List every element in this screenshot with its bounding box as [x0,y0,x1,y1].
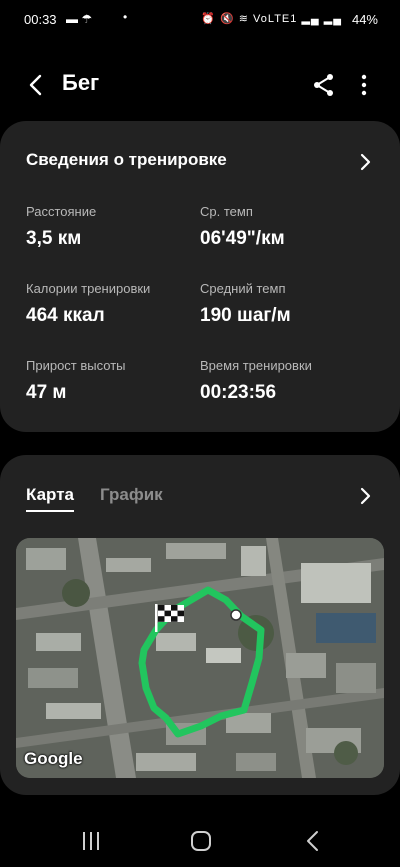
system-status-icons: ⏰ 🔇 ≋ VoLTE1 ▂▄ ▂▄ [201,13,342,25]
stat-workout-time: Время тренировки 00:23:56 [200,358,312,404]
more-options-button[interactable] [350,71,378,99]
share-icon [314,74,333,96]
home-icon[interactable] [186,828,216,854]
route-map[interactable]: Google [16,538,384,778]
app-header: Бег [0,55,400,115]
stat-avg-pace: Ср. темп 06'49"/км [200,204,285,250]
stat-elevation-gain: Прирост высоты 47 м [26,358,126,404]
tab-chart[interactable]: График [100,485,163,505]
stat-value: 47 м [26,382,67,403]
page-title: Бег [62,70,100,95]
system-nav-bar [0,808,400,867]
google-attribution: Google [24,749,83,768]
status-bar: 00:33 ▬ ☂ • ⏰ 🔇 ≋ VoLTE1 ▂▄ ▂▄ 44% [0,0,400,40]
battery-level: 44% [351,12,378,27]
stat-value: 3,5 км [26,228,82,249]
stat-label: Калории тренировки [26,281,151,296]
more-vertical-icon [361,74,367,96]
finish-flag-icon [155,604,184,632]
back-nav-icon[interactable] [298,828,328,854]
stat-label: Ср. темп [200,204,253,219]
stat-value: 464 ккал [26,305,105,326]
status-time: 00:33 [24,12,57,27]
tab-map[interactable]: Карта [26,485,74,512]
stat-calories: Калории тренировки 464 ккал [26,281,150,327]
notification-icons: ▬ ☂ [66,12,93,26]
stat-cadence: Средний темп 190 шаг/м [200,281,291,327]
workout-details-card[interactable]: Сведения о тренировке Расстояние 3,5 км … [0,121,400,432]
chevron-right-icon[interactable] [358,487,372,505]
share-button[interactable] [310,71,338,99]
satellite-map-image [16,538,384,778]
workout-details-title: Сведения о тренировке [26,150,227,169]
back-button[interactable] [22,71,50,99]
stat-label: Время тренировки [200,358,312,373]
chevron-right-icon[interactable] [358,153,372,171]
chevron-left-icon [29,74,42,96]
notification-dot-icon: • [123,10,128,24]
stat-label: Средний темп [200,281,286,296]
stat-label: Расстояние [26,204,97,219]
map-card: Карта График Google [0,455,400,795]
recent-apps-icon[interactable] [76,828,106,854]
stat-value: 00:23:56 [200,382,277,403]
stat-distance: Расстояние 3,5 км [26,204,96,250]
stat-value: 06'49"/км [200,228,285,249]
stat-value: 190 шаг/м [200,305,291,326]
stat-label: Прирост высоты [26,358,126,373]
